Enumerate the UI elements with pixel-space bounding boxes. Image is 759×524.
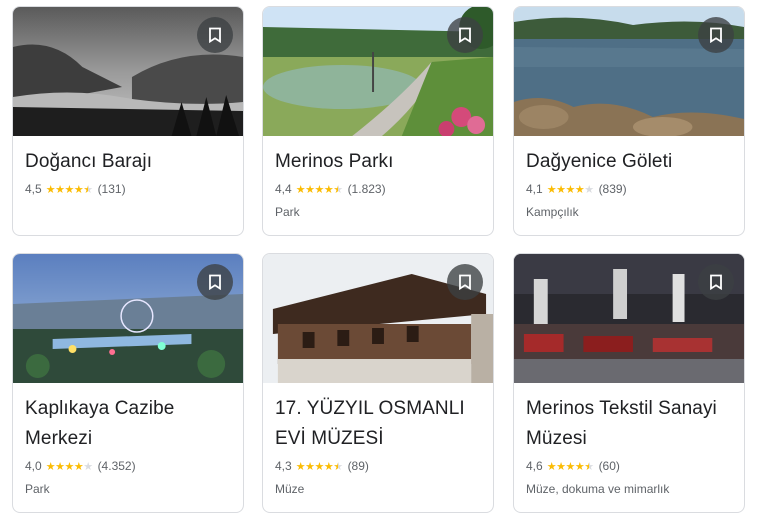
star-icon: ★	[565, 460, 575, 473]
star-icon: ★	[73, 183, 84, 196]
rating-value: 4,5	[25, 182, 42, 196]
place-photo[interactable]	[13, 7, 243, 136]
place-card[interactable]: Merinos Parkı 4,4 ★★★★★ (1.823) Park	[262, 6, 494, 236]
star-icon: ★	[574, 460, 585, 473]
bookmark-icon	[459, 27, 471, 43]
star-icon: ★	[83, 183, 93, 196]
star-icon: ★	[546, 183, 557, 196]
place-category: Müze, dokuma ve mimarlık	[526, 482, 670, 496]
star-icon: ★	[323, 460, 334, 473]
star-icon: ★	[333, 460, 343, 473]
place-category: Park	[25, 482, 50, 496]
star-rating: ★★★★★	[296, 460, 343, 473]
star-icon: ★	[64, 183, 74, 196]
rating-value: 4,4	[275, 182, 292, 196]
bookmark-icon	[459, 274, 471, 290]
place-title[interactable]: Merinos Parkı	[263, 136, 493, 177]
save-button[interactable]	[197, 17, 233, 53]
star-icon: ★	[574, 183, 585, 196]
place-rating-row: 4,4 ★★★★★ (1.823)	[263, 177, 493, 197]
save-button[interactable]	[447, 17, 483, 53]
star-icon: ★	[45, 460, 56, 473]
place-card[interactable]: Kaplıkaya Cazibe Merkezi 4,0 ★★★★★ (4.35…	[12, 253, 244, 513]
star-icon: ★	[323, 183, 334, 196]
place-title[interactable]: Dağyenice Göleti	[514, 136, 744, 177]
star-icon: ★	[73, 460, 84, 473]
place-title[interactable]: Doğancı Barajı	[13, 136, 243, 177]
star-rating: ★★★★★	[547, 183, 594, 196]
place-photo[interactable]	[514, 254, 744, 383]
review-count: (131)	[97, 182, 126, 196]
review-count: (839)	[598, 182, 627, 196]
star-rating: ★★★★★	[296, 183, 343, 196]
place-card[interactable]: Dağyenice Göleti 4,1 ★★★★★ (839) Kampçıl…	[513, 6, 745, 236]
review-count: (60)	[598, 459, 620, 473]
save-button[interactable]	[698, 264, 734, 300]
place-card[interactable]: 17. YÜZYIL OSMANLI EVİ MÜZESİ 4,3 ★★★★★ …	[262, 253, 494, 513]
place-rating-row: 4,1 ★★★★★ (839)	[514, 177, 744, 197]
rating-value: 4,6	[526, 459, 543, 473]
save-button[interactable]	[447, 264, 483, 300]
star-rating: ★★★★★	[547, 460, 594, 473]
review-count: (1.823)	[347, 182, 386, 196]
place-card[interactable]: Merinos Tekstil Sanayi Müzesi 4,6 ★★★★★ …	[513, 253, 745, 513]
review-count: (89)	[347, 459, 369, 473]
star-icon: ★	[584, 460, 594, 473]
star-icon: ★	[565, 183, 575, 196]
star-icon: ★	[295, 183, 306, 196]
place-category: Kampçılık	[526, 205, 579, 219]
rating-value: 4,0	[25, 459, 42, 473]
star-icon: ★	[45, 183, 56, 196]
star-icon: ★	[314, 183, 324, 196]
places-grid: Doğancı Barajı 4,5 ★★★★★ (131) Merinos P…	[0, 0, 759, 524]
bookmark-icon	[209, 274, 221, 290]
bookmark-icon	[209, 27, 221, 43]
review-count: (4.352)	[97, 459, 136, 473]
star-rating: ★★★★★	[46, 460, 93, 473]
save-button[interactable]	[698, 17, 734, 53]
place-rating-row: 4,5 ★★★★★ (131)	[13, 177, 243, 197]
star-icon: ★	[584, 183, 594, 196]
place-category: Park	[275, 205, 300, 219]
star-icon: ★	[314, 460, 324, 473]
bookmark-icon	[710, 274, 722, 290]
rating-value: 4,1	[526, 182, 543, 196]
star-icon: ★	[64, 460, 74, 473]
star-icon: ★	[546, 460, 557, 473]
save-button[interactable]	[197, 264, 233, 300]
rating-value: 4,3	[275, 459, 292, 473]
star-icon: ★	[83, 460, 93, 473]
star-icon: ★	[333, 183, 343, 196]
place-photo[interactable]	[514, 7, 744, 136]
place-title[interactable]: 17. YÜZYIL OSMANLI EVİ MÜZESİ	[263, 383, 493, 454]
bookmark-icon	[710, 27, 722, 43]
star-icon: ★	[295, 460, 306, 473]
place-photo[interactable]	[263, 254, 493, 383]
place-photo[interactable]	[263, 7, 493, 136]
place-rating-row: 4,3 ★★★★★ (89)	[263, 454, 493, 474]
place-title[interactable]: Merinos Tekstil Sanayi Müzesi	[514, 383, 744, 454]
place-category: Müze	[275, 482, 305, 496]
star-rating: ★★★★★	[46, 183, 93, 196]
place-rating-row: 4,0 ★★★★★ (4.352)	[13, 454, 243, 474]
place-photo[interactable]	[13, 254, 243, 383]
place-card[interactable]: Doğancı Barajı 4,5 ★★★★★ (131)	[12, 6, 244, 236]
place-title[interactable]: Kaplıkaya Cazibe Merkezi	[13, 383, 243, 454]
place-rating-row: 4,6 ★★★★★ (60)	[514, 454, 744, 474]
